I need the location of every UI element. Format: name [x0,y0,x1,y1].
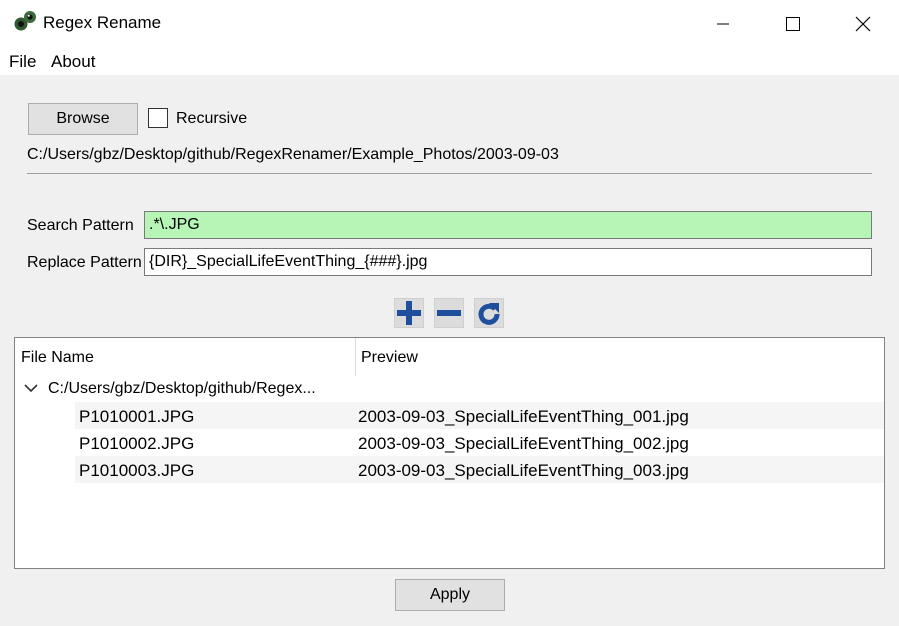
replace-pattern-input[interactable]: {DIR}_SpecialLifeEventThing_{###}.jpg [144,248,872,276]
divider [27,173,872,174]
file-tree[interactable]: File Name Preview C:/Users/gbz/Desktop/g… [14,337,885,569]
minus-icon [437,310,461,316]
recursive-checkbox[interactable] [148,108,168,128]
title-bar[interactable]: Regex Rename [0,0,899,47]
file-preview: 2003-09-03_SpecialLifeEventThing_002.jpg [358,434,689,453]
window-title: Regex Rename [43,13,162,32]
file-preview: 2003-09-03_SpecialLifeEventThing_003.jpg [358,461,689,480]
browse-button[interactable]: Browse [28,103,138,135]
file-name: P1010002.JPG [79,434,195,453]
minimize-icon [717,23,729,24]
close-icon [855,16,871,31]
menu-file[interactable]: File [9,52,36,72]
file-preview: 2003-09-03_SpecialLifeEventThing_001.jpg [358,407,689,426]
close-button[interactable] [840,0,886,47]
menu-about[interactable]: About [51,52,95,72]
maximize-button[interactable] [770,0,816,47]
table-row[interactable]: P1010001.JPG 2003-09-03_SpecialLifeEvent… [75,402,884,429]
refresh-button[interactable] [474,298,504,328]
table-row[interactable]: P1010003.JPG 2003-09-03_SpecialLifeEvent… [75,456,884,483]
directory-label: C:/Users/gbz/Desktop/github/Regex... [48,380,316,397]
plus-icon [397,301,421,325]
minimize-button[interactable] [700,0,746,47]
search-pattern-label: Search Pattern [27,217,134,234]
column-header-file-name[interactable]: File Name [21,349,94,367]
current-path: C:/Users/gbz/Desktop/github/RegexRenamer… [27,146,559,163]
add-button[interactable] [394,298,424,328]
column-header-preview[interactable]: Preview [361,349,418,367]
recursive-label[interactable]: Recursive [176,110,247,128]
refresh-icon [478,303,500,325]
remove-button[interactable] [434,298,464,328]
app-icon [14,11,36,31]
tree-header: File Name Preview [15,338,884,376]
search-pattern-input[interactable]: .*\.JPG [144,211,872,239]
column-separator[interactable] [355,338,356,376]
file-name: P1010001.JPG [79,407,195,426]
table-row[interactable]: P1010002.JPG 2003-09-03_SpecialLifeEvent… [75,429,884,456]
replace-pattern-label: Replace Pattern [27,254,142,271]
menu-bar: File About [0,47,899,75]
chevron-down-icon[interactable] [24,383,38,393]
maximize-icon [786,16,800,31]
apply-button[interactable]: Apply [395,579,505,611]
file-name: P1010003.JPG [79,461,195,480]
directory-row[interactable]: C:/Users/gbz/Desktop/github/Regex... [15,376,884,402]
